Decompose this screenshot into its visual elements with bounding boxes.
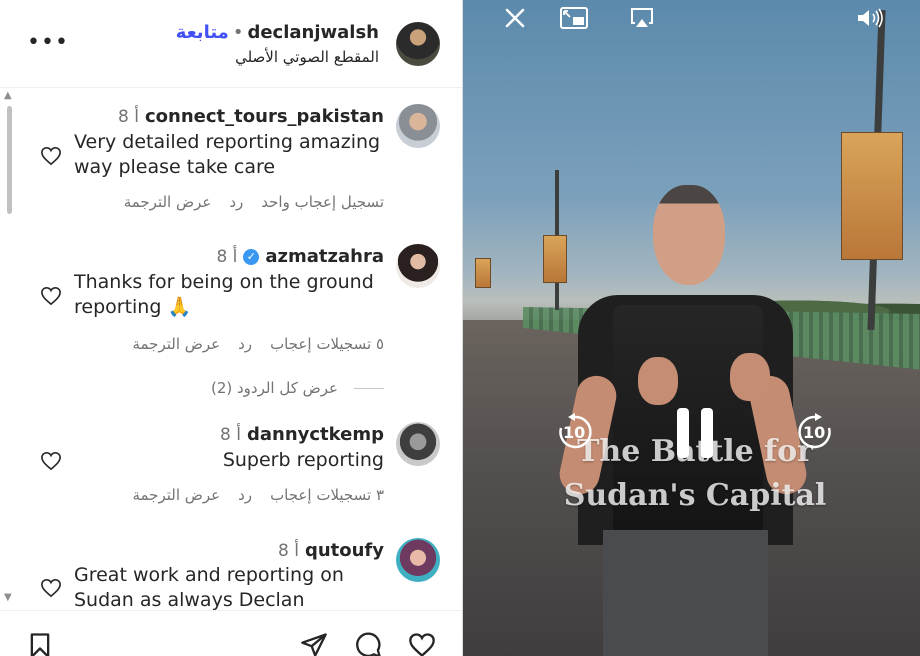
close-icon[interactable] <box>503 6 527 30</box>
comment-time: 8 أ <box>216 246 238 267</box>
likes-count[interactable]: تسجيل إعجاب واحد <box>261 193 384 211</box>
view-all-replies-button[interactable]: عرض كل الردود (2) <box>211 379 338 397</box>
header-separator: • <box>232 22 244 43</box>
likes-count[interactable]: ٥ تسجيلات إعجاب <box>270 335 384 353</box>
likes-count[interactable]: ٣ تسجيلات إعجاب <box>270 486 384 504</box>
comment-actions: ٣ تسجيلات إعجاب رد عرض الترجمة <box>132 486 384 504</box>
comment-header: 8 أ qutoufy <box>278 540 384 561</box>
scroll-down-arrow-icon[interactable]: ▼ <box>4 592 12 603</box>
bookmark-icon[interactable] <box>26 631 54 656</box>
comment-avatar[interactable] <box>396 104 440 148</box>
pause-icon[interactable] <box>673 406 717 460</box>
see-translation-button[interactable]: عرض الترجمة <box>132 335 220 353</box>
person-hand <box>638 357 678 405</box>
comments-panel: ••• declanjwalsh•متابعة المقطع الصوتي ال… <box>0 0 463 656</box>
comment-header: 8 أ connect_tours_pakistan <box>118 106 384 127</box>
person-head <box>653 185 725 285</box>
more-options-button[interactable]: ••• <box>27 30 69 55</box>
scrollbar-thumb[interactable] <box>7 106 12 214</box>
header-username[interactable]: declanjwalsh <box>247 22 379 43</box>
rewind-seconds-label: 10 <box>563 423 586 442</box>
reply-button[interactable]: رد <box>238 486 252 504</box>
comment-time: 8 أ <box>118 106 140 127</box>
volume-icon[interactable] <box>855 6 885 30</box>
comment-actions: تسجيل إعجاب واحد رد عرض الترجمة <box>124 193 384 211</box>
heart-icon[interactable] <box>40 146 62 166</box>
picture-in-picture-icon[interactable] <box>559 6 589 30</box>
comment-time: 8 أ <box>220 424 241 445</box>
comment-username[interactable]: dannyctkemp <box>247 424 384 445</box>
rewind-10-button[interactable]: 10 <box>555 412 595 452</box>
comment-avatar[interactable] <box>396 422 440 466</box>
forward-10-button[interactable]: 10 <box>795 412 835 452</box>
reply-button[interactable]: رد <box>238 335 252 353</box>
scroll-up-arrow-icon[interactable]: ▲ <box>4 90 12 101</box>
airplay-icon[interactable] <box>629 6 655 30</box>
comment-text: Thanks for being on the ground reporting… <box>74 271 374 318</box>
verified-badge-icon: ✓ <box>243 248 260 265</box>
video-scene-billboard <box>475 258 491 288</box>
comment-username[interactable]: connect_tours_pakistan <box>145 106 384 127</box>
follow-button[interactable]: متابعة <box>176 22 229 43</box>
heart-icon[interactable] <box>40 286 62 306</box>
comment-actions: ٥ تسجيلات إعجاب رد عرض الترجمة <box>132 335 384 353</box>
comment-header: 8 أ ✓ azmatzahra <box>216 246 384 267</box>
video-player[interactable]: The Battle for Sudan's Capital 10 10 <box>463 0 920 656</box>
comment-text: Very detailed reporting amazing way plea… <box>74 131 381 178</box>
reply-button[interactable]: رد <box>229 193 243 211</box>
see-translation-button[interactable]: عرض الترجمة <box>124 193 212 211</box>
forward-seconds-label: 10 <box>803 423 826 442</box>
share-icon[interactable] <box>300 631 328 656</box>
post-header: ••• declanjwalsh•متابعة المقطع الصوتي ال… <box>0 0 462 88</box>
comment-header: 8 أ dannyctkemp <box>220 424 384 445</box>
heart-icon[interactable] <box>408 631 436 656</box>
comment-username[interactable]: azmatzahra <box>265 246 384 267</box>
see-translation-button[interactable]: عرض الترجمة <box>132 486 220 504</box>
comment-username[interactable]: qutoufy <box>305 540 384 561</box>
heart-icon[interactable] <box>40 578 62 598</box>
comment-avatar[interactable] <box>396 244 440 288</box>
comment-text: Superb reporting <box>222 449 384 471</box>
header-user-line: declanjwalsh•متابعة <box>176 22 379 43</box>
comment-icon[interactable] <box>354 631 382 656</box>
heart-icon[interactable] <box>40 451 62 471</box>
replies-divider <box>354 388 384 389</box>
comment-text: Great work and reporting on Sudan as alw… <box>74 564 344 611</box>
header-avatar[interactable] <box>396 22 440 66</box>
original-audio-link[interactable]: المقطع الصوتي الأصلي <box>235 48 379 66</box>
comment-time: 8 أ <box>277 540 299 561</box>
post-action-bar <box>0 610 462 656</box>
video-scene-billboard <box>841 132 903 260</box>
person-legs <box>603 530 768 656</box>
comment-avatar[interactable] <box>396 538 440 582</box>
person-hand <box>730 353 770 401</box>
